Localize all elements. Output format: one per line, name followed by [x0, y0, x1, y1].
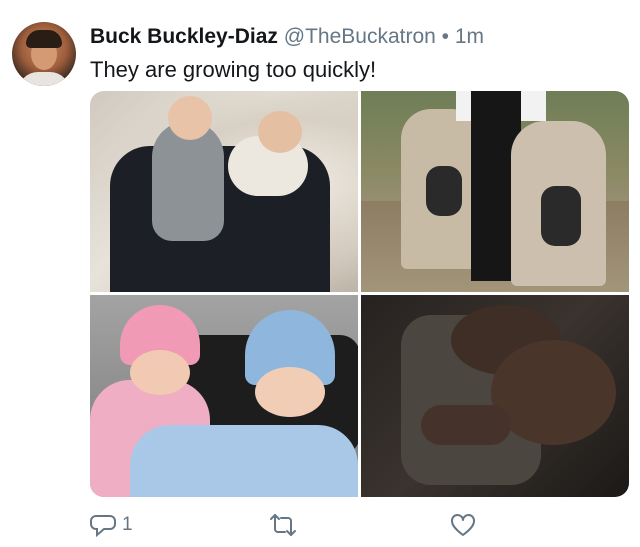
display-name[interactable]: Buck Buckley-Diaz — [90, 25, 278, 48]
tweet-header: Buck Buckley-Diaz @TheBuckatron • 1m — [90, 24, 484, 50]
heart-icon — [450, 512, 476, 538]
photo-twins-in-knit-hats[interactable] — [90, 295, 358, 497]
separator-dot: • — [441, 25, 450, 48]
photo-twins-in-strollers[interactable] — [361, 91, 629, 292]
avatar[interactable] — [12, 22, 76, 86]
user-handle[interactable]: @TheBuckatron — [284, 25, 436, 48]
photo-father-with-twins[interactable] — [90, 91, 358, 292]
media-grid — [90, 91, 629, 497]
like-button[interactable] — [450, 510, 476, 540]
photo-newborns-close-up[interactable] — [361, 295, 629, 497]
reply-icon — [90, 512, 116, 538]
retweet-icon — [268, 512, 298, 538]
reply-count: 1 — [122, 514, 133, 535]
tweet-text: They are growing too quickly! — [90, 57, 377, 82]
tweet-actions: 1 — [90, 510, 629, 540]
retweet-button[interactable] — [268, 510, 298, 540]
timestamp[interactable]: 1m — [455, 25, 484, 48]
reply-button[interactable]: 1 — [90, 510, 133, 540]
